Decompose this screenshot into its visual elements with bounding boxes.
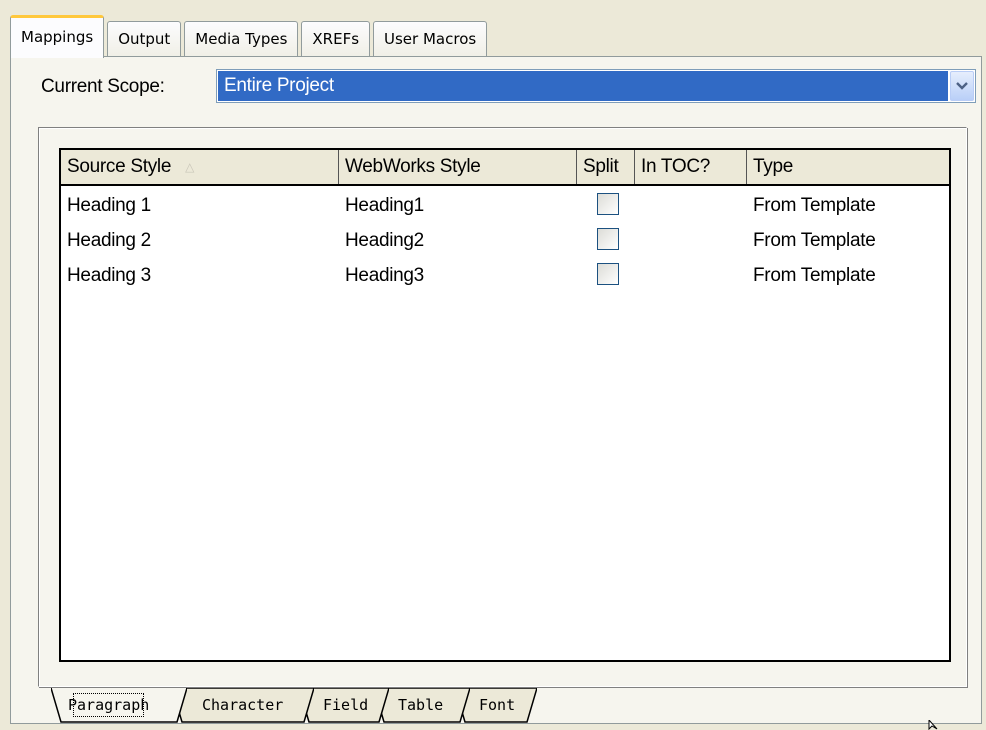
tab-character-label: Character <box>202 696 284 714</box>
source-style-cell: Heading 3 <box>67 265 151 286</box>
split-checkbox[interactable] <box>597 263 619 285</box>
style-mapping-list[interactable]: Source Style △ WebWorks Style Split In TO… <box>59 148 951 662</box>
column-header-webworks-style[interactable]: WebWorks Style <box>339 150 577 184</box>
type-cell: From Template <box>753 195 876 216</box>
tab-paragraph[interactable]: Paragraph <box>51 688 187 723</box>
current-scope-select[interactable]: Entire Project <box>216 69 976 103</box>
scope-dropdown-button[interactable] <box>950 71 974 101</box>
tab-mappings[interactable]: Mappings <box>10 15 105 58</box>
table-row[interactable]: Heading 2 Heading2 From Template <box>61 223 949 258</box>
current-scope-value[interactable]: Entire Project <box>218 71 948 101</box>
list-header: Source Style △ WebWorks Style Split In TO… <box>61 150 949 186</box>
split-checkbox[interactable] <box>597 228 619 250</box>
webworks-style-cell: Heading1 <box>345 195 424 216</box>
source-style-cell: Heading 2 <box>67 230 151 251</box>
split-checkbox[interactable] <box>597 193 619 215</box>
tab-font-label: Font <box>479 696 516 714</box>
source-style-cell: Heading 1 <box>67 195 151 216</box>
column-header-source-style[interactable]: Source Style △ <box>61 150 339 184</box>
mappings-tab-page: Current Scope: Entire Project Source Sty… <box>10 56 982 724</box>
current-scope-label: Current Scope: <box>41 76 165 97</box>
column-header-type[interactable]: Type <box>747 150 949 184</box>
column-header-in-toc[interactable]: In TOC? <box>635 150 747 184</box>
tab-media-types[interactable]: Media Types <box>184 21 299 57</box>
split-checkbox-cell <box>597 263 619 298</box>
column-header-split[interactable]: Split <box>577 150 635 184</box>
webworks-style-cell: Heading2 <box>345 230 424 251</box>
top-tab-strip: Mappings Output Media Types XREFs User M… <box>10 13 490 58</box>
tab-output[interactable]: Output <box>107 21 182 57</box>
mouse-cursor-icon <box>928 720 938 730</box>
tab-character[interactable]: Character <box>172 688 314 723</box>
tab-xrefs[interactable]: XREFs <box>301 21 371 57</box>
column-header-label: Source Style <box>67 156 172 178</box>
table-row[interactable]: Heading 3 Heading3 From Template <box>61 258 949 293</box>
type-cell: From Template <box>753 230 876 251</box>
webworks-style-cell: Heading3 <box>345 265 424 286</box>
tab-table-label: Table <box>398 696 444 714</box>
tab-paragraph-label: Paragraph <box>68 688 149 722</box>
tab-field-label: Field <box>323 696 369 714</box>
style-mapping-group: Source Style △ WebWorks Style Split In TO… <box>38 127 967 687</box>
chevron-down-icon <box>956 82 968 90</box>
tab-user-macros[interactable]: User Macros <box>373 21 488 57</box>
type-cell: From Template <box>753 265 876 286</box>
sort-asc-icon: △ <box>185 160 195 174</box>
table-row[interactable]: Heading 1 Heading1 From Template <box>61 188 949 223</box>
